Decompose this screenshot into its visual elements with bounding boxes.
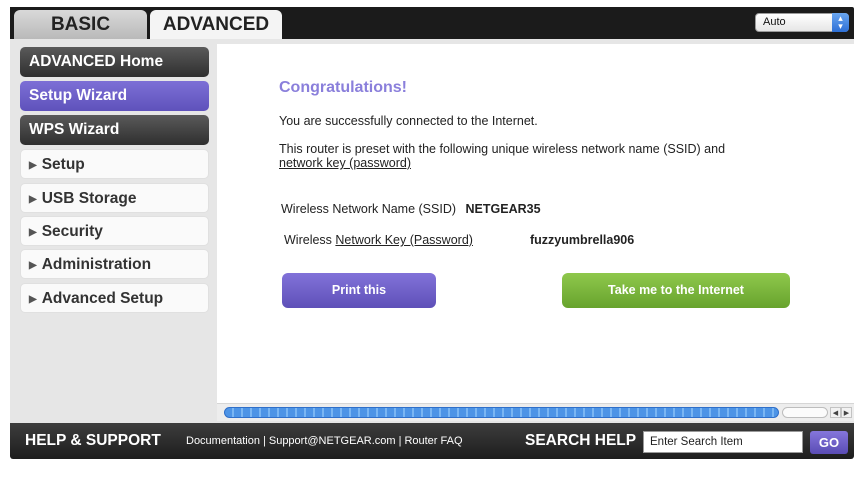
support-email-link[interactable]: Support@NETGEAR.com xyxy=(269,435,396,447)
sidebar-item-advanced-setup[interactable]: ▶ Advanced Setup xyxy=(20,283,209,313)
key-label-prefix: Wireless xyxy=(284,233,336,247)
horizontal-scrollbar[interactable]: ◀ ▶ xyxy=(217,403,854,421)
take-me-to-internet-button[interactable]: Take me to the Internet xyxy=(562,273,790,308)
sidebar-item-label: Administration xyxy=(41,256,152,273)
expand-triangle-icon: ▶ xyxy=(29,260,37,271)
language-select[interactable]: Auto ▴ ▾ xyxy=(755,13,849,32)
sidebar-item-usb-storage[interactable]: ▶ USB Storage xyxy=(20,183,209,213)
scroll-right-arrow-icon[interactable]: ▶ xyxy=(841,407,852,418)
help-support-footer: HELP & SUPPORT Documentation | Support@NET… xyxy=(10,423,854,459)
expand-triangle-icon: ▶ xyxy=(29,294,37,305)
sidebar-item-label: USB Storage xyxy=(41,190,137,207)
ssid-value: NETGEAR35 xyxy=(465,202,541,216)
link-separator: | xyxy=(398,435,402,447)
sidebar-item-label: Setup xyxy=(41,156,85,173)
documentation-link[interactable]: Documentation xyxy=(186,435,260,447)
search-input[interactable] xyxy=(643,431,803,453)
sidebar-item-administration[interactable]: ▶ Administration xyxy=(20,249,209,279)
congratulations-heading: Congratulations! xyxy=(279,79,407,96)
scrollbar-track-end xyxy=(782,407,828,418)
sidebar-item-label: ADVANCED Home xyxy=(29,53,164,70)
sidebar-item-security[interactable]: ▶ Security xyxy=(20,216,209,246)
scrollbar-thumb[interactable] xyxy=(224,407,779,418)
sidebar-item-wps-wizard[interactable]: WPS Wizard xyxy=(20,115,209,145)
wizard-content: Congratulations! You are successfully co… xyxy=(217,44,854,403)
search-help-title: SEARCH HELP xyxy=(525,432,637,449)
link-separator: | xyxy=(263,435,266,447)
sidebar-item-label: Security xyxy=(41,223,103,240)
expand-triangle-icon: ▶ xyxy=(29,194,37,205)
sidebar-item-label: Advanced Setup xyxy=(41,290,164,307)
connected-message: You are successfully connected to the In… xyxy=(279,114,538,128)
tab-advanced[interactable]: ADVANCED xyxy=(150,10,282,39)
sidebar-item-label: Setup Wizard xyxy=(29,87,128,104)
expand-triangle-icon: ▶ xyxy=(29,227,37,238)
help-support-title: HELP & SUPPORT xyxy=(25,432,161,449)
language-select-value: Auto xyxy=(763,16,786,28)
tab-basic[interactable]: BASIC xyxy=(14,10,147,39)
preset-message: This router is preset with the following… xyxy=(279,142,725,170)
expand-triangle-icon: ▶ xyxy=(29,160,37,171)
key-value-text: fuzzyumbrella906 xyxy=(530,233,635,247)
scroll-left-arrow-icon[interactable]: ◀ xyxy=(830,407,841,418)
key-value: fuzzyumbrella906 xyxy=(530,233,634,247)
network-key-password-link[interactable]: Network Key (Password) xyxy=(335,233,473,247)
sidebar-item-advanced-home[interactable]: ADVANCED Home xyxy=(20,47,209,77)
preset-message-text: This router is preset with the following… xyxy=(279,142,726,156)
sidebar-item-setup[interactable]: ▶ Setup xyxy=(20,149,209,179)
select-arrows-icon: ▴ ▾ xyxy=(832,13,849,32)
sidebar-item-label: WPS Wizard xyxy=(29,121,120,138)
top-tab-bar: BASIC ADVANCED xyxy=(10,7,854,39)
network-key-link[interactable]: network key (password) xyxy=(279,156,411,170)
print-button[interactable]: Print this xyxy=(282,273,436,308)
ssid-label: Wireless Network Name (SSID) xyxy=(281,202,457,216)
help-links: Documentation | Support@NETGEAR.com | Router… xyxy=(186,435,463,447)
go-button[interactable]: GO xyxy=(810,431,848,454)
router-admin-page: BASIC ADVANCED Auto ▴ ▾ ADVANCED Home Setu… xyxy=(0,0,857,477)
key-row-label: Wireless Network Key (Password) xyxy=(284,233,473,247)
bottom-margin xyxy=(10,459,854,477)
ssid-row: Wireless Network Name (SSID) NETGEAR35 xyxy=(281,202,541,216)
router-faq-link[interactable]: Router FAQ xyxy=(404,435,462,447)
sidebar-item-setup-wizard[interactable]: Setup Wizard xyxy=(20,81,209,111)
